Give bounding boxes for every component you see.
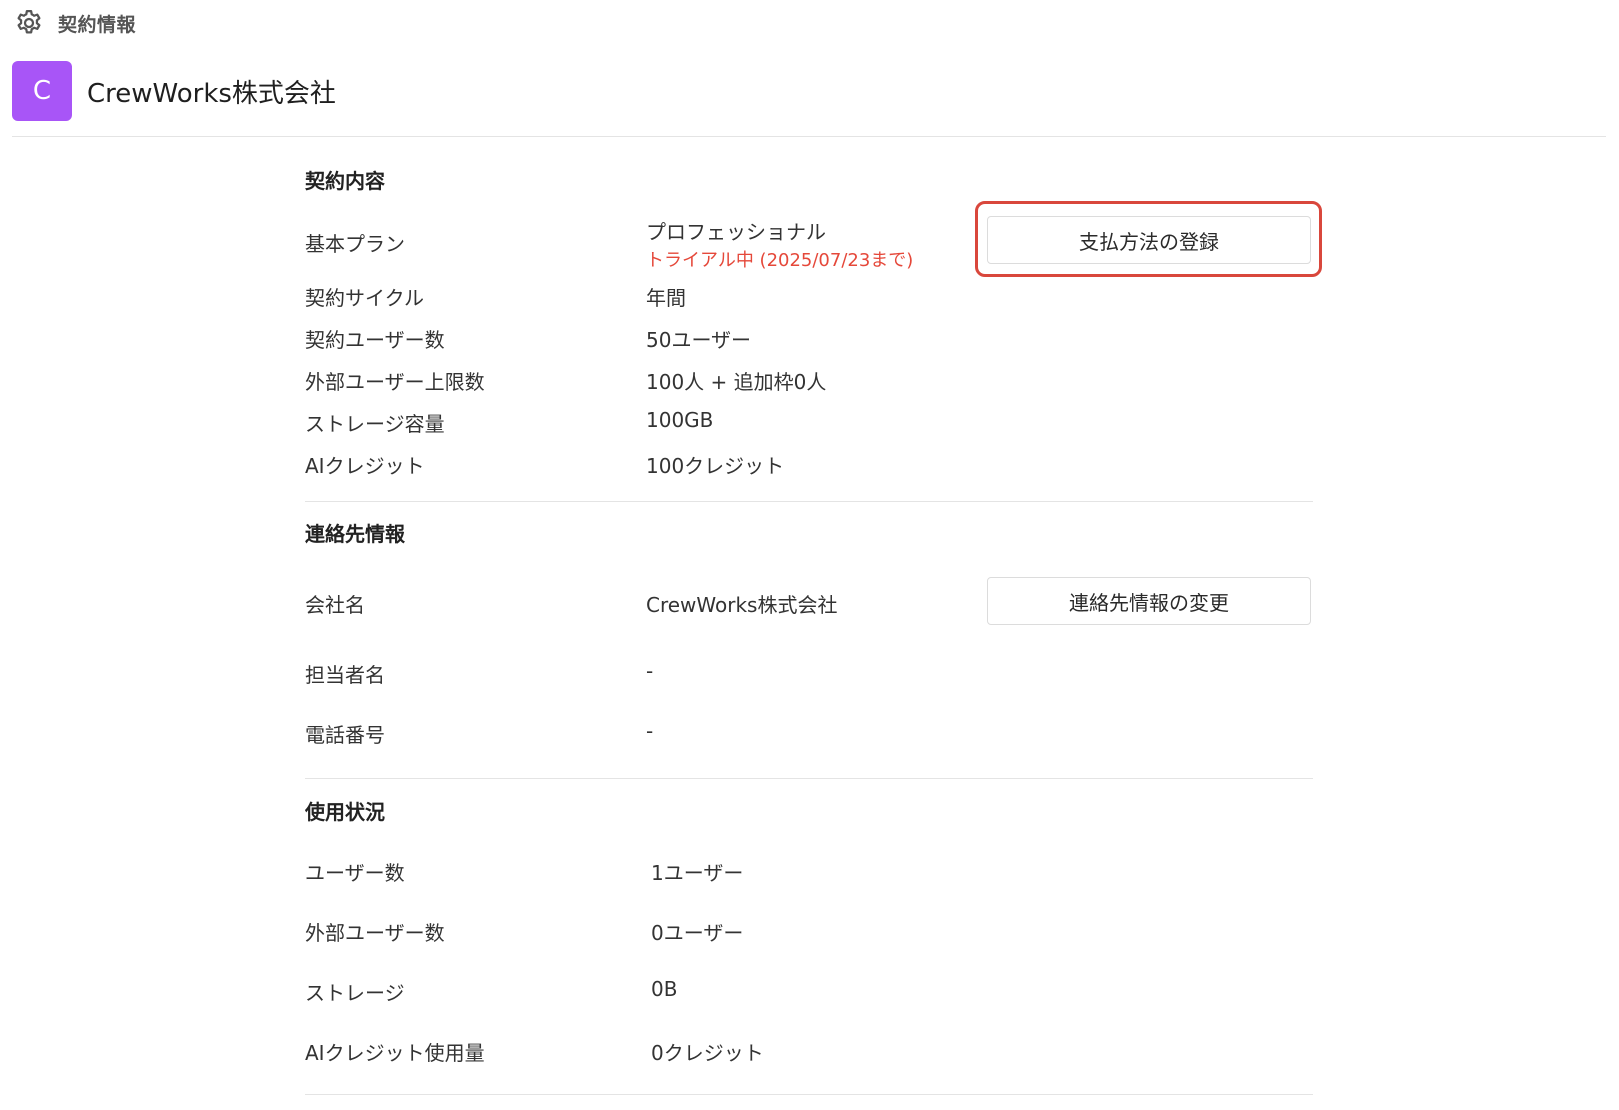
section-divider [305,778,1313,779]
header-divider [12,136,1606,137]
register-payment-button[interactable]: 支払方法の登録 [987,216,1311,264]
row-value-cycle: 年間 [646,286,686,310]
row-label-external-user-count: 外部ユーザー数 [305,921,445,945]
row-label-storage-capacity: ストレージ容量 [305,412,445,436]
row-value-users: 50ユーザー [646,328,752,352]
organization-row: C CrewWorks株式会社 [12,61,336,121]
row-label-users: 契約ユーザー数 [305,328,445,352]
row-value-ai-credit: 100クレジット [646,454,785,478]
section-divider [305,1094,1313,1095]
row-value-company: CrewWorks株式会社 [646,593,838,617]
plan-value: プロフェッショナル [646,220,826,244]
row-label-plan: 基本プラン [305,232,405,256]
avatar: C [12,61,72,121]
row-label-user-count: ユーザー数 [305,861,405,885]
gear-icon[interactable] [14,8,44,38]
row-label-cycle: 契約サイクル [305,286,424,310]
trial-status: トライアル中 (2025/07/23まで) [646,250,914,271]
section-title-usage: 使用状況 [305,800,385,824]
row-value-external-limit: 100人 + 追加枠0人 [646,370,827,394]
row-value-storage: 0B [651,977,678,1001]
row-label-contact-person: 担当者名 [305,663,385,687]
page-title: 契約情報 [58,13,137,36]
row-value-contact-person: - [646,659,654,683]
section-title-contract: 契約内容 [305,169,385,193]
row-value-external-user-count: 0ユーザー [651,921,744,945]
row-label-storage: ストレージ [305,981,405,1005]
row-value-ai-credit-usage: 0クレジット [651,1041,764,1065]
row-value-user-count: 1ユーザー [651,861,744,885]
row-value-storage-capacity: 100GB [646,408,714,432]
row-label-company: 会社名 [305,593,365,617]
row-value-phone: - [646,719,654,743]
row-label-external-limit: 外部ユーザー上限数 [305,370,485,394]
row-label-phone: 電話番号 [305,723,385,747]
row-label-ai-credit: AIクレジット [305,454,425,478]
section-title-contact: 連絡先情報 [305,522,405,546]
page-header: 契約情報 [14,8,136,38]
row-label-ai-credit-usage: AIクレジット使用量 [305,1041,485,1065]
section-divider [305,501,1313,502]
organization-name: CrewWorks株式会社 [87,78,336,109]
change-contact-button[interactable]: 連絡先情報の変更 [987,577,1311,625]
